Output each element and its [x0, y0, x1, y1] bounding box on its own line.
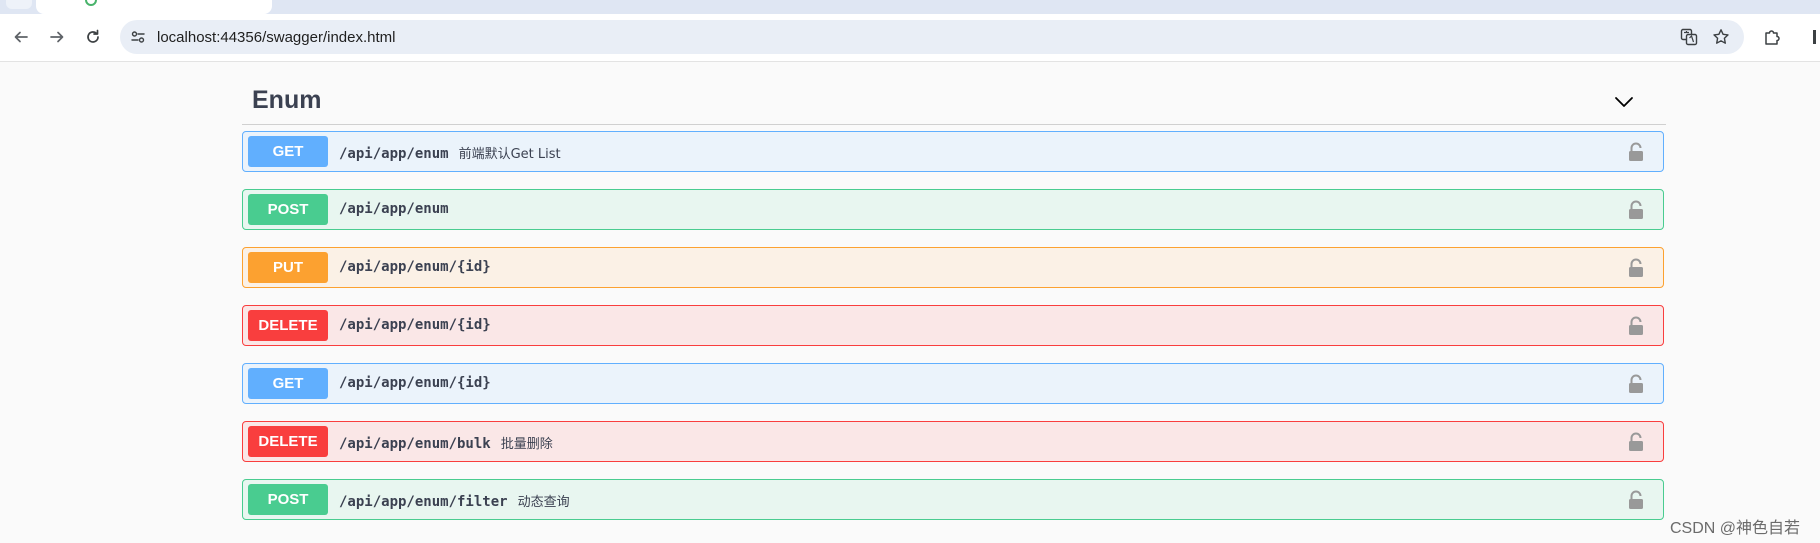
method-badge: POST [248, 484, 328, 515]
method-badge: GET [248, 368, 328, 399]
side-panel-edge [1813, 30, 1816, 44]
swagger-favicon-icon [85, 0, 97, 6]
operation-path: /api/app/enum/bulk 批量删除 [339, 436, 553, 452]
bookmark-star-icon[interactable] [1711, 27, 1731, 47]
operation-path: /api/app/enum/{id} [339, 375, 491, 391]
lock-icon[interactable] [1627, 432, 1645, 452]
operation-path: /api/app/enum/{id} [339, 259, 491, 275]
operation-path: /api/app/enum/{id} [339, 317, 491, 333]
method-badge: DELETE [248, 426, 328, 457]
operation-path: /api/app/enum/filter 动态查询 [339, 494, 570, 510]
operation-summary: 动态查询 [517, 495, 570, 510]
lock-icon[interactable] [1627, 258, 1645, 278]
operation-put-enum-id[interactable]: PUT /api/app/enum/{id} [242, 247, 1664, 288]
operation-summary: 批量删除 [500, 437, 553, 452]
url-text[interactable]: localhost:44356/swagger/index.html [157, 29, 395, 46]
operation-post-enum[interactable]: POST /api/app/enum [242, 189, 1664, 230]
extensions-button[interactable] [1759, 24, 1785, 50]
enum-section-header[interactable]: Enum [242, 80, 1666, 125]
forward-arrow-icon [50, 31, 64, 43]
method-badge: GET [248, 136, 328, 167]
translate-icon[interactable] [1679, 27, 1699, 47]
operation-delete-enum-id[interactable]: DELETE /api/app/enum/{id} [242, 305, 1664, 346]
operation-path: /api/app/enum 前端默认Get List [339, 146, 561, 162]
forward-button[interactable] [44, 24, 70, 50]
operation-get-enum-list[interactable]: GET /api/app/enum 前端默认Get List [242, 131, 1664, 172]
csdn-watermark: CSDN @神色自若 [1670, 520, 1801, 537]
extensions-icon [1765, 30, 1780, 45]
method-badge: PUT [248, 252, 328, 283]
lock-icon[interactable] [1627, 142, 1645, 162]
site-settings-icon[interactable] [130, 29, 146, 45]
lock-icon[interactable] [1627, 316, 1645, 336]
lock-icon[interactable] [1627, 200, 1645, 220]
method-badge: DELETE [248, 310, 328, 341]
browser-tab-inactive[interactable] [6, 0, 32, 9]
back-arrow-icon [14, 31, 28, 43]
lock-icon[interactable] [1627, 374, 1645, 394]
back-button[interactable] [8, 24, 34, 50]
operation-get-enum-id[interactable]: GET /api/app/enum/{id} [242, 363, 1664, 404]
browser-toolbar: localhost:44356/swagger/index.html [0, 14, 1820, 62]
browser-tab-active[interactable] [36, 0, 272, 14]
lock-icon[interactable] [1627, 490, 1645, 510]
operation-delete-enum-bulk[interactable]: DELETE /api/app/enum/bulk 批量删除 [242, 421, 1664, 462]
method-badge: POST [248, 194, 328, 225]
section-title: Enum [252, 86, 322, 114]
chevron-down-icon[interactable] [1614, 92, 1634, 112]
reload-button[interactable] [80, 24, 106, 50]
address-bar[interactable]: localhost:44356/swagger/index.html [120, 20, 1744, 54]
tab-strip [0, 0, 1820, 14]
operation-path: /api/app/enum [339, 201, 449, 217]
reload-icon [87, 29, 99, 43]
operation-summary: 前端默认Get List [458, 147, 561, 162]
operation-post-enum-filter[interactable]: POST /api/app/enum/filter 动态查询 [242, 479, 1664, 520]
